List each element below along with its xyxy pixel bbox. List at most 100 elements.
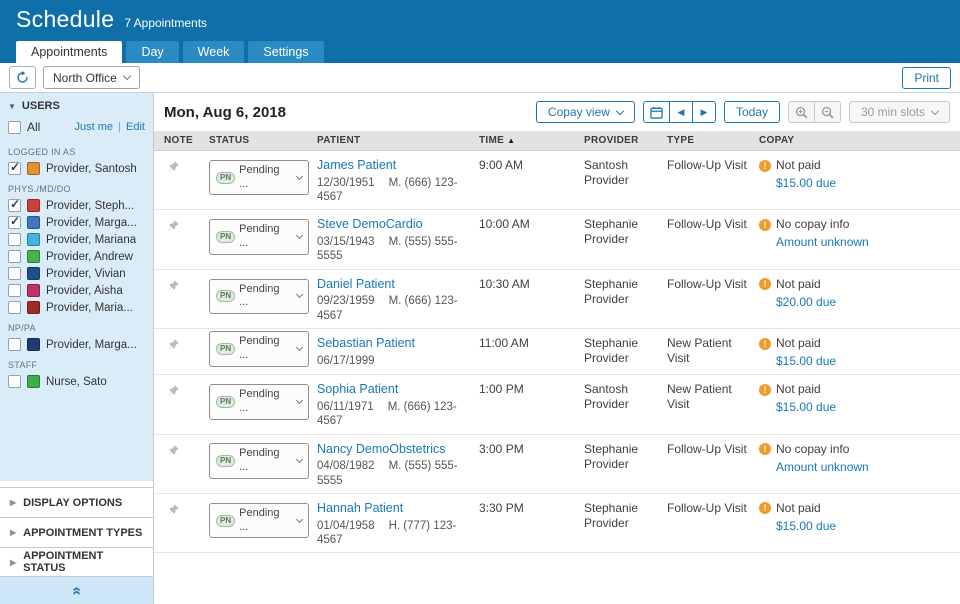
copay-status: Not paid [776, 501, 821, 516]
zoom-in-button[interactable] [788, 101, 815, 123]
status-label: Pending ... [239, 507, 291, 535]
office-dropdown[interactable]: North Office [43, 66, 140, 89]
collapse-all-icon[interactable]: « [69, 586, 85, 595]
col-patient[interactable]: PATIENT [317, 135, 479, 146]
provider-checkbox[interactable] [8, 250, 21, 263]
nav-tab[interactable]: Day [126, 41, 178, 63]
col-copay[interactable]: COPAY [759, 135, 960, 146]
pin-icon [167, 219, 180, 232]
provider-checkbox[interactable] [8, 162, 21, 175]
slot-size-label: 30 min slots [861, 105, 925, 119]
calendar-button[interactable] [643, 101, 670, 123]
sidebar-section[interactable]: ▶ DISPLAY OPTIONS [0, 487, 153, 517]
status-dropdown[interactable]: PN Pending ... [209, 384, 309, 420]
patient-dob: 01/04/1958 [317, 520, 375, 532]
provider-checkbox[interactable] [8, 267, 21, 280]
status-dropdown[interactable]: PN Pending ... [209, 443, 309, 479]
note-cell[interactable] [164, 494, 209, 525]
copay-amount-link[interactable]: $15.00 due [776, 176, 836, 191]
provider-checkbox[interactable] [8, 199, 21, 212]
edit-link[interactable]: Edit [126, 121, 145, 133]
col-status[interactable]: STATUS [209, 135, 317, 146]
warning-icon: ! [759, 443, 771, 455]
status-dropdown[interactable]: PN Pending ... [209, 219, 309, 255]
col-provider[interactable]: PROVIDER [584, 135, 667, 146]
patient-link[interactable]: Steve DemoCardio [317, 217, 423, 233]
provider-checkbox[interactable] [8, 301, 21, 314]
col-note[interactable]: NOTE [164, 135, 209, 146]
patient-link[interactable]: James Patient [317, 158, 396, 174]
col-time[interactable]: TIME▲ [479, 135, 584, 146]
note-cell[interactable] [164, 270, 209, 301]
provider-filter-row[interactable]: Provider, Marga... [0, 336, 153, 353]
provider-filter-row[interactable]: Provider, Andrew [0, 248, 153, 265]
next-day-button[interactable]: ▶ [692, 101, 716, 123]
status-dropdown[interactable]: PN Pending ... [209, 279, 309, 315]
note-cell[interactable] [164, 329, 209, 360]
print-button[interactable]: Print [902, 67, 951, 89]
users-section-header[interactable]: ▼ USERS [0, 93, 153, 117]
appointment-row: PN Pending ... Sophia Patient 06/11/1971… [154, 375, 960, 434]
copay-view-dropdown[interactable]: Copay view [536, 101, 635, 123]
note-cell[interactable] [164, 210, 209, 241]
note-cell[interactable] [164, 375, 209, 406]
chevron-down-icon [296, 344, 303, 351]
copay-cell: ! Not paid $20.00 due [759, 270, 960, 315]
user-group: NP/PA Provider, Marga... [0, 316, 153, 353]
copay-amount-link[interactable]: Amount unknown [776, 235, 869, 250]
copay-amount-link[interactable]: $15.00 due [776, 519, 836, 534]
patient-dob: 12/30/1951 [317, 177, 375, 189]
status-dropdown[interactable]: PN Pending ... [209, 160, 309, 196]
patient-cell: Nancy DemoObstetrics 04/08/1982M. (555) … [317, 435, 479, 493]
all-checkbox[interactable] [8, 121, 21, 134]
patient-link[interactable]: Sebastian Patient [317, 336, 415, 352]
provider-checkbox[interactable] [8, 284, 21, 297]
patient-link[interactable]: Hannah Patient [317, 501, 403, 517]
just-me-link[interactable]: Just me [75, 121, 114, 133]
patient-link[interactable]: Nancy DemoObstetrics [317, 442, 446, 458]
slot-size-dropdown[interactable]: 30 min slots [849, 101, 950, 123]
copay-amount-link[interactable]: Amount unknown [776, 460, 869, 475]
copay-amount-link[interactable]: $15.00 due [776, 354, 836, 369]
provider-checkbox[interactable] [8, 375, 21, 388]
patient-link[interactable]: Sophia Patient [317, 382, 398, 398]
provider-checkbox[interactable] [8, 216, 21, 229]
provider-filter-row[interactable]: Provider, Maria... [0, 299, 153, 316]
copay-amount-link[interactable]: $20.00 due [776, 295, 836, 310]
sidebar-section[interactable]: ▶ APPOINTMENT STATUS [0, 547, 153, 577]
copay-amount-link[interactable]: $15.00 due [776, 400, 836, 415]
provider-filter-row[interactable]: Provider, Aisha [0, 282, 153, 299]
provider-filter-row[interactable]: Provider, Marga... [0, 214, 153, 231]
note-cell[interactable] [164, 151, 209, 182]
status-badge: PN [216, 172, 235, 184]
chevron-down-icon [296, 173, 303, 180]
provider-color-swatch [27, 250, 40, 263]
status-dropdown[interactable]: PN Pending ... [209, 331, 309, 367]
chevron-down-icon [931, 106, 939, 114]
prev-day-button[interactable]: ◀ [669, 101, 693, 123]
sidebar-section[interactable]: ▶ APPOINTMENT TYPES [0, 517, 153, 547]
refresh-icon [16, 71, 29, 84]
type-cell: Follow-Up Visit [667, 435, 759, 462]
zoom-out-button[interactable] [814, 101, 841, 123]
provider-filter-row[interactable]: Provider, Steph... [0, 197, 153, 214]
nav-tab[interactable]: Appointments [16, 41, 122, 63]
status-label: Pending ... [239, 388, 291, 416]
provider-checkbox[interactable] [8, 338, 21, 351]
provider-filter-row[interactable]: Provider, Santosh [0, 160, 153, 177]
refresh-button[interactable] [9, 66, 36, 89]
status-dropdown[interactable]: PN Pending ... [209, 503, 309, 539]
provider-checkbox[interactable] [8, 233, 21, 246]
nav-tab[interactable]: Settings [248, 41, 323, 63]
provider-filter-row[interactable]: Provider, Mariana [0, 231, 153, 248]
type-cell: Follow-Up Visit [667, 270, 759, 297]
patient-link[interactable]: Daniel Patient [317, 277, 395, 293]
provider-filter-row[interactable]: Nurse, Sato [0, 373, 153, 390]
today-button[interactable]: Today [724, 101, 780, 123]
nav-tab[interactable]: Week [183, 41, 245, 63]
col-type[interactable]: TYPE [667, 135, 759, 146]
appointment-row: PN Pending ... Steve DemoCardio 03/15/19… [154, 210, 960, 269]
provider-filter-row[interactable]: Provider, Vivian [0, 265, 153, 282]
note-cell[interactable] [164, 435, 209, 466]
provider-color-swatch [27, 375, 40, 388]
